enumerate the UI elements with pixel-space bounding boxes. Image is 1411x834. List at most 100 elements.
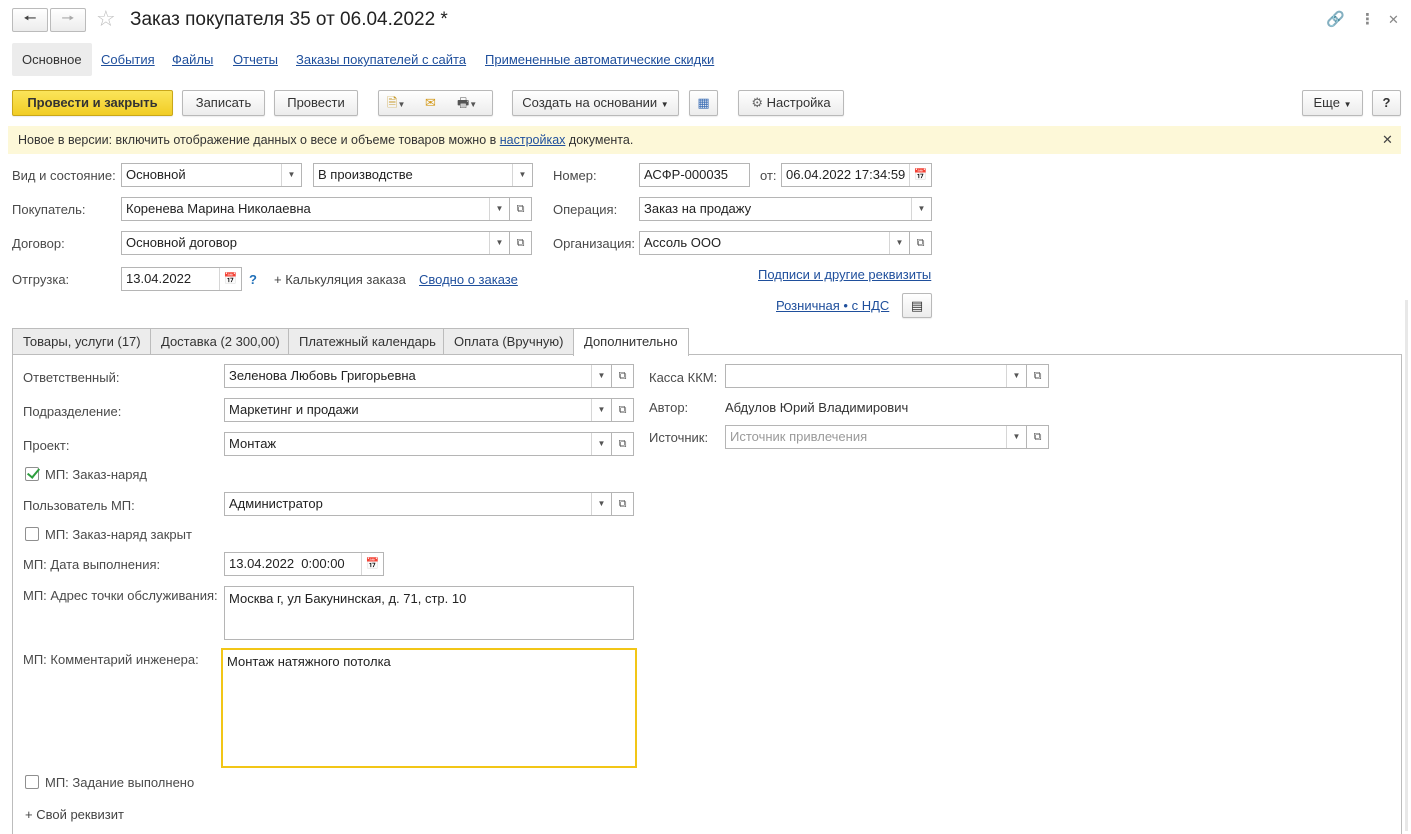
calendar-icon[interactable]: 📅 — [361, 553, 383, 575]
open-icon[interactable]: ⧉ — [612, 398, 634, 422]
chevron-down-icon[interactable]: ▼ — [889, 232, 909, 254]
settings-button[interactable]: ⚙ Настройка — [738, 90, 844, 116]
date-label: от: — [760, 168, 777, 183]
chevron-down-icon[interactable]: ▼ — [512, 164, 532, 186]
customer-field[interactable]: Коренева Марина Николаевна ▼ — [121, 197, 510, 221]
card-icon[interactable]: ▤ — [902, 293, 932, 318]
shipment-date-field[interactable]: 13.04.2022 📅 — [121, 267, 242, 291]
open-icon[interactable]: ⧉ — [1027, 364, 1049, 388]
post-button[interactable]: Провести — [274, 90, 358, 116]
mp-comment-textarea[interactable]: Монтаж натяжного потолка — [221, 648, 637, 768]
chevron-down-icon[interactable]: ▼ — [911, 198, 931, 220]
date-field[interactable]: 06.04.2022 17:34:59 📅 — [781, 163, 932, 187]
responsible-field[interactable]: Зеленова Любовь Григорьевна ▼ — [224, 364, 612, 388]
calendar-icon[interactable]: 📅 — [219, 268, 241, 290]
shipment-help-icon[interactable]: ? — [249, 272, 257, 287]
section-auto-discounts[interactable]: Примененные автоматические скидки — [485, 43, 714, 76]
source-label: Источник: — [649, 430, 709, 445]
customer-label: Покупатель: — [12, 202, 86, 217]
post-and-close-button[interactable]: Провести и закрыть — [12, 90, 173, 116]
source-field[interactable]: Источник привлечения ▼ — [725, 425, 1027, 449]
open-icon[interactable]: ⧉ — [612, 492, 634, 516]
kkm-field[interactable]: ▼ — [725, 364, 1027, 388]
summary-link[interactable]: Сводно о заказе — [419, 272, 518, 287]
open-icon[interactable]: ⧉ — [910, 231, 932, 255]
info-banner: Новое в версии: включить отображение дан… — [8, 126, 1401, 154]
mp-user-field[interactable]: Администратор ▼ — [224, 492, 612, 516]
section-reports[interactable]: Отчеты — [233, 43, 278, 76]
forward-button[interactable]: 🠖 — [50, 8, 86, 32]
chevron-down-icon[interactable]: ▼ — [281, 164, 301, 186]
section-events[interactable]: События — [101, 43, 155, 76]
kind-field[interactable]: Основной ▼ — [121, 163, 302, 187]
tab-delivery[interactable]: Доставка (2 300,00) — [150, 328, 291, 355]
section-site-orders[interactable]: Заказы покупателей с сайта — [296, 43, 466, 76]
link-icon[interactable]: 🔗 — [1326, 10, 1345, 28]
chevron-down-icon[interactable]: ▼ — [591, 365, 611, 387]
tab-additional[interactable]: Дополнительно — [573, 328, 689, 356]
open-icon[interactable]: ⧉ — [510, 231, 532, 255]
project-value: Монтаж — [229, 436, 277, 451]
chevron-down-icon[interactable]: ▼ — [489, 198, 509, 220]
state-field[interactable]: В производстве ▼ — [313, 163, 533, 187]
mp-order-label: МП: Заказ-наряд — [45, 467, 147, 482]
calc-toggle[interactable]: + Калькуляция заказа — [274, 272, 406, 287]
banner-settings-link[interactable]: настройках — [500, 133, 566, 147]
mp-order-checkbox[interactable] — [25, 467, 39, 481]
number-field[interactable]: АСФР-000035 — [639, 163, 750, 187]
open-icon[interactable]: ⧉ — [612, 364, 634, 388]
mp-done-checkbox[interactable] — [25, 775, 39, 789]
price-type-link[interactable]: Розничная • с НДС — [776, 298, 889, 313]
kebab-icon[interactable]: ⋮ — [1360, 10, 1375, 28]
help-button[interactable]: ? — [1372, 90, 1401, 116]
banner-close-icon[interactable]: ✕ — [1382, 126, 1393, 154]
close-icon[interactable]: ✕ — [1388, 12, 1399, 28]
create-based-on-label: Создать на основании — [522, 95, 658, 110]
chevron-down-icon[interactable]: ▼ — [591, 399, 611, 421]
tab-goods[interactable]: Товары, услуги (17) — [12, 328, 152, 355]
division-field[interactable]: Маркетинг и продажи ▼ — [224, 398, 612, 422]
calendar-icon[interactable]: 📅 — [909, 164, 931, 186]
scrollbar[interactable] — [1405, 300, 1408, 831]
signatures-link[interactable]: Подписи и другие реквизиты — [758, 267, 931, 282]
back-button[interactable]: 🠔 — [12, 8, 48, 32]
open-icon[interactable]: ⧉ — [1027, 425, 1049, 449]
source-placeholder: Источник привлечения — [730, 429, 868, 444]
contract-field[interactable]: Основной договор ▼ — [121, 231, 510, 255]
tab-payment[interactable]: Оплата (Вручную) — [443, 328, 575, 355]
create-based-on-button[interactable]: Создать на основании ▼ — [512, 90, 679, 116]
mp-date-field[interactable]: 13.04.2022 0:00:00 📅 — [224, 552, 384, 576]
arrow-right-icon: 🠖 — [61, 9, 75, 27]
mp-address-textarea[interactable]: Москва г, ул Бакунинская, д. 71, стр. 10 — [224, 586, 634, 640]
star-outline-icon[interactable]: ☆ — [96, 6, 116, 32]
gear-icon: ⚙ — [751, 95, 764, 110]
tab-payment-calendar[interactable]: Платежный календарь — [288, 328, 447, 355]
email-icon[interactable]: ✉ — [425, 91, 436, 115]
operation-value: Заказ на продажу — [644, 201, 752, 216]
open-icon[interactable]: ⧉ — [612, 432, 634, 456]
state-value: В производстве — [318, 167, 413, 182]
document-report-icon[interactable]: 🗎▼ — [387, 91, 405, 117]
chevron-down-icon[interactable]: ▼ — [1006, 365, 1026, 387]
arrow-left-icon: 🠔 — [23, 9, 37, 27]
more-button[interactable]: Еще ▼ — [1302, 90, 1363, 116]
save-button[interactable]: Записать — [182, 90, 265, 116]
more-label: Еще — [1313, 95, 1340, 110]
section-files[interactable]: Файлы — [172, 43, 213, 76]
structure-icon[interactable]: ▦ — [689, 90, 718, 116]
banner-text-end: документа. — [565, 133, 634, 147]
author-value: Абдулов Юрий Владимирович — [725, 400, 909, 415]
operation-field[interactable]: Заказ на продажу ▼ — [639, 197, 932, 221]
mp-user-label: Пользователь МП: — [23, 498, 135, 513]
add-own-attribute-button[interactable]: + Свой реквизит — [25, 807, 124, 822]
chevron-down-icon[interactable]: ▼ — [591, 493, 611, 515]
open-icon[interactable]: ⧉ — [510, 197, 532, 221]
printer-icon[interactable]: 🖶▼ — [457, 91, 477, 117]
chevron-down-icon[interactable]: ▼ — [489, 232, 509, 254]
mp-closed-checkbox[interactable] — [25, 527, 39, 541]
chevron-down-icon[interactable]: ▼ — [591, 433, 611, 455]
chevron-down-icon[interactable]: ▼ — [1006, 426, 1026, 448]
section-main[interactable]: Основное — [12, 43, 92, 76]
project-field[interactable]: Монтаж ▼ — [224, 432, 612, 456]
org-field[interactable]: Ассоль ООО ▼ — [639, 231, 910, 255]
